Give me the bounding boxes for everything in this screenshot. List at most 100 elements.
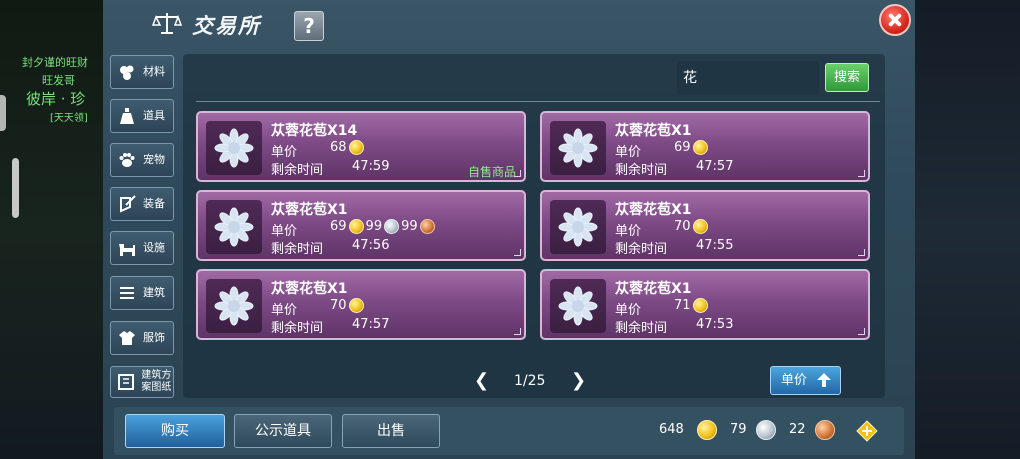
unit-price-label: 单价: [271, 303, 298, 318]
buy-button[interactable]: 购买: [125, 414, 225, 448]
category-equipment[interactable]: 装备: [110, 187, 174, 221]
search-button[interactable]: 搜索: [825, 63, 869, 92]
item-name: 苁蓉花苞X1: [615, 202, 692, 218]
material-icon: [116, 61, 138, 83]
time-left-label: 剩余时间: [271, 163, 324, 178]
time-left-value: 47:59: [352, 159, 390, 174]
category-label: 装备: [143, 197, 165, 210]
bg-player-name: 封夕谨的旺财: [22, 56, 88, 69]
self-sale-tag: 自售商品: [467, 165, 516, 179]
listing-card[interactable]: 苁蓉花苞X1 单价 69 剩余时间 47:57: [540, 111, 870, 182]
price-list: 69 99 99: [330, 219, 437, 234]
category-material[interactable]: 材料: [110, 55, 174, 89]
bg-player-name: 彼岸 · 珍: [26, 90, 86, 108]
bg-player-title: [天天领]: [50, 113, 88, 124]
time-left-value: 47:57: [352, 317, 390, 332]
item-thumbnail: [206, 279, 262, 333]
time-left-value: 47:57: [696, 159, 734, 174]
price-amount: 70: [674, 219, 691, 234]
time-left-label: 剩余时间: [271, 242, 324, 257]
category-building[interactable]: 建筑: [110, 276, 174, 310]
close-button[interactable]: [879, 4, 911, 36]
page-indicator: 1/25: [514, 373, 546, 389]
price-amount: 68: [330, 140, 347, 155]
category-pet[interactable]: 宠物: [110, 143, 174, 177]
price-amount: 69: [674, 140, 691, 155]
help-button[interactable]: ?: [294, 11, 324, 41]
unit-price-label: 单价: [615, 145, 642, 160]
category-label: 建筑: [143, 286, 165, 299]
price-list: 68: [330, 140, 366, 155]
silver-amount: 79: [730, 422, 747, 437]
time-left-label: 剩余时间: [615, 242, 668, 257]
price-list: 70: [330, 298, 366, 313]
gold-coin-icon: [348, 219, 364, 234]
building-icon: [116, 282, 138, 304]
listing-card[interactable]: 苁蓉花苞X1 单价 70 剩余时间 47:55: [540, 190, 870, 261]
bg-player-name: 旺发哥: [42, 74, 75, 87]
background-scene-right: [910, 0, 1020, 459]
silver-coin-icon: [384, 219, 400, 234]
item-name: 苁蓉花苞X1: [615, 281, 692, 297]
category-label: 设施: [143, 241, 165, 254]
price-amount: 70: [330, 298, 347, 313]
item-name: 苁蓉花苞X1: [615, 123, 692, 139]
equipment-icon: [116, 193, 138, 215]
price-list: 70: [674, 219, 710, 234]
gold-coin-icon: [348, 298, 364, 313]
category-clothing[interactable]: 服饰: [110, 321, 174, 355]
listing-card[interactable]: 苁蓉花苞X1 单价 69 99 99 剩余时间 47:56: [196, 190, 526, 261]
side-drawer-handle[interactable]: [0, 95, 6, 131]
time-left-label: 剩余时间: [271, 321, 324, 336]
divider: [196, 101, 880, 102]
add-currency-icon[interactable]: [856, 420, 878, 442]
item-icon: [116, 105, 138, 127]
bottom-action-bar: [114, 407, 904, 455]
sort-arrow-icon: [817, 373, 831, 387]
side-scroll-handle[interactable]: [12, 158, 19, 218]
category-label: 道具: [143, 109, 165, 122]
card-corner: [858, 170, 865, 177]
category-label: 材料: [143, 65, 165, 78]
item-name: 苁蓉花苞X1: [271, 281, 348, 297]
public-items-button[interactable]: 公示道具: [234, 414, 332, 448]
category-blueprint[interactable]: 建筑方案图纸: [110, 366, 174, 398]
gold-coin-icon: [692, 140, 708, 155]
price-list: 69: [674, 140, 710, 155]
listing-card[interactable]: 苁蓉花苞X14 单价 68 剩余时间 47:59 自售商品: [196, 111, 526, 182]
bronze-coin-icon: [815, 420, 835, 440]
sort-label: 单价: [781, 373, 808, 388]
sort-by-price-button[interactable]: 单价: [770, 366, 841, 395]
unit-price-label: 单价: [271, 145, 298, 160]
scale-icon: [152, 13, 182, 34]
pet-icon: [116, 149, 138, 171]
category-facility[interactable]: 设施: [110, 231, 174, 265]
prev-page-button[interactable]: ❮: [474, 372, 489, 390]
item-thumbnail: [206, 121, 262, 175]
card-corner: [858, 328, 865, 335]
category-item[interactable]: 道具: [110, 99, 174, 133]
item-name: 苁蓉花苞X14: [271, 123, 358, 139]
time-left-value: 47:55: [696, 238, 734, 253]
card-corner: [514, 328, 521, 335]
category-label: 建筑方案图纸: [141, 370, 172, 393]
price-amount: 99: [401, 219, 418, 234]
gold-coin-icon: [348, 140, 364, 155]
search-input[interactable]: 花: [677, 61, 819, 95]
page-title: 交易所: [192, 14, 261, 38]
item-thumbnail: [550, 200, 606, 254]
price-list: 71: [674, 298, 710, 313]
time-left-value: 47:53: [696, 317, 734, 332]
listing-card[interactable]: 苁蓉花苞X1 单价 71 剩余时间 47:53: [540, 269, 870, 340]
listing-card[interactable]: 苁蓉花苞X1 单价 70 剩余时间 47:57: [196, 269, 526, 340]
gold-coin-icon: [697, 420, 717, 440]
time-left-value: 47:56: [352, 238, 390, 253]
clothing-icon: [116, 327, 138, 349]
price-amount: 69: [330, 219, 347, 234]
category-label: 服饰: [143, 331, 165, 344]
time-left-label: 剩余时间: [615, 163, 668, 178]
card-corner: [514, 249, 521, 256]
item-thumbnail: [206, 200, 262, 254]
sell-button[interactable]: 出售: [342, 414, 440, 448]
next-page-button[interactable]: ❯: [571, 372, 586, 390]
